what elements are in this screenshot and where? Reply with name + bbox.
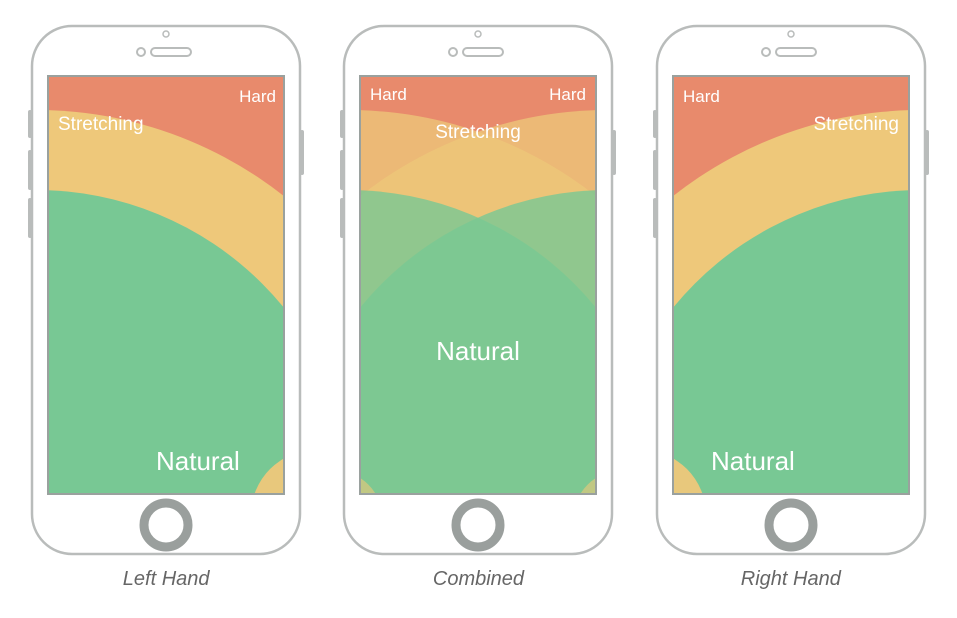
left-hand-column: Hard Stretching Natural Left Hand <box>26 20 306 591</box>
caption-combined: Combined <box>433 568 524 591</box>
label-stretching: Stretching <box>813 114 899 135</box>
screen-left: Hard Stretching Natural <box>26 76 306 560</box>
mute-switch <box>340 110 344 138</box>
label-hard-left: Hard <box>370 85 407 104</box>
caption-right: Right Hand <box>741 568 841 591</box>
label-natural: Natural <box>711 446 795 476</box>
power-button <box>300 130 304 175</box>
volume-up <box>340 150 344 190</box>
power-button <box>612 130 616 175</box>
label-hard: Hard <box>683 87 720 106</box>
label-stretching: Stretching <box>436 122 522 143</box>
label-hard-right: Hard <box>550 85 587 104</box>
caption-left: Left Hand <box>123 568 210 591</box>
volume-down <box>28 198 32 238</box>
right-hand-column: Hard Stretching Natural Right Hand <box>651 20 931 591</box>
combined-column: Hard Hard Stretching Natural Combined <box>338 20 618 591</box>
phone-combined: Hard Hard Stretching Natural <box>338 20 618 560</box>
phone-right: Hard Stretching Natural <box>651 20 931 560</box>
label-stretching: Stretching <box>58 114 144 135</box>
mute-switch <box>28 110 32 138</box>
screen-right: Hard Stretching Natural <box>651 76 931 560</box>
volume-up <box>28 150 32 190</box>
volume-down <box>340 198 344 238</box>
screen-combined: Hard Hard Stretching Natural <box>338 76 618 560</box>
label-hard: Hard <box>239 87 276 106</box>
power-button <box>925 130 929 175</box>
label-natural: Natural <box>156 446 240 476</box>
phone-left: Hard Stretching Natural <box>26 20 306 560</box>
mute-switch <box>653 110 657 138</box>
volume-up <box>653 150 657 190</box>
volume-down <box>653 198 657 238</box>
label-natural: Natural <box>437 336 521 366</box>
